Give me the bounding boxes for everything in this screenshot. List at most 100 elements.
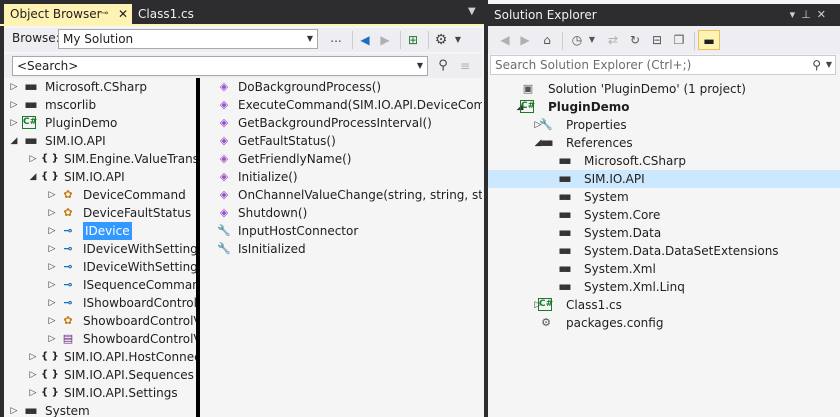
solution-tree-item[interactable]: ▪▪ Microsoft.CSharp bbox=[488, 152, 840, 170]
solution-tree-item[interactable]: ▪▪ System.Core bbox=[488, 206, 840, 224]
solution-tree-item[interactable]: ▪▪ SIM.IO.API bbox=[488, 170, 840, 188]
expand-arrow-icon[interactable]: ▷ bbox=[46, 276, 58, 294]
settings-gear-icon[interactable]: ⚙ bbox=[432, 30, 450, 50]
solution-tree-item[interactable]: ▪▪ System.Data bbox=[488, 224, 840, 242]
tree-item[interactable]: ▷ ⊸ IShowboardControl bbox=[4, 294, 196, 312]
tab-overflow-dropdown-icon[interactable]: ▼ bbox=[468, 6, 476, 17]
close-icon[interactable]: ✕ bbox=[817, 8, 832, 21]
member-item[interactable]: ◈ OnChannelValueChange(string, string, st… bbox=[200, 186, 482, 204]
back-icon[interactable]: ◀ bbox=[496, 30, 514, 50]
solution-tree-item[interactable]: ▪▪ System bbox=[488, 188, 840, 206]
tree-item-label: Microsoft.CSharp bbox=[45, 80, 147, 94]
expand-arrow-icon[interactable]: ▷ bbox=[46, 186, 58, 204]
solution-tree-item[interactable]: ▷ C# Class1.cs bbox=[488, 296, 840, 314]
show-all-files-icon[interactable]: ❐ bbox=[670, 30, 688, 50]
member-item[interactable]: ◈ ExecuteCommand(SIM.IO.API.DeviceComman bbox=[200, 96, 482, 114]
member-item[interactable]: ◈ Shutdown() bbox=[200, 204, 482, 222]
tree-item[interactable]: ▷{ } SIM.IO.API.Settings bbox=[4, 384, 196, 402]
tree-item[interactable]: ▷{ } SIM.IO.API.HostConnecto bbox=[4, 348, 196, 366]
tree-item[interactable]: ▷ ✿ DeviceFaultStatus bbox=[4, 204, 196, 222]
search-icon[interactable]: ⚲ bbox=[812, 56, 821, 74]
tree-item[interactable]: ▷ ⊸ IDevice bbox=[4, 222, 196, 240]
home-icon[interactable]: ⌂ bbox=[538, 30, 556, 50]
tree-item[interactable]: ▷ C# PluginDemo bbox=[4, 114, 196, 132]
tree-item[interactable]: ▷{ } SIM.IO.API.Sequences bbox=[4, 366, 196, 384]
expand-arrow-icon[interactable]: ▷ bbox=[27, 150, 39, 168]
tree-item[interactable]: ▷ ⊸ ISequenceCommand bbox=[4, 276, 196, 294]
expand-arrow-icon[interactable]: ▷ bbox=[46, 222, 58, 240]
assembly-icon: ▪▪ bbox=[558, 262, 572, 275]
collapse-arrow-icon[interactable]: ◢ bbox=[27, 168, 39, 186]
more-button[interactable]: ... bbox=[324, 28, 348, 48]
tree-item[interactable]: ▷ ▪▪ mscorlib bbox=[4, 96, 196, 114]
tree-item[interactable]: ▷ ✿ ShowboardControlVa bbox=[4, 312, 196, 330]
expand-arrow-icon[interactable]: ▷ bbox=[8, 78, 20, 96]
properties-toggle-icon[interactable]: ▬ bbox=[698, 30, 720, 50]
member-item[interactable]: ◈ GetFaultStatus() bbox=[200, 132, 482, 150]
chevron-down-icon[interactable]: ▼ bbox=[826, 56, 832, 74]
member-item[interactable]: ◈ GetBackgroundProcessInterval() bbox=[200, 114, 482, 132]
tree-item[interactable]: ▷ ▪▪ Microsoft.CSharp bbox=[4, 78, 196, 96]
back-icon[interactable]: ◀ bbox=[356, 30, 374, 50]
add-reference-icon[interactable]: ⊞ bbox=[404, 30, 422, 50]
history-dropdown-icon[interactable]: ▼ bbox=[586, 30, 598, 50]
expand-arrow-icon[interactable]: ▷ bbox=[46, 330, 58, 348]
pin-icon[interactable]: ⊥ bbox=[801, 8, 817, 21]
tab-class1-cs[interactable]: Class1.cs bbox=[132, 4, 218, 24]
forward-icon[interactable]: ▶ bbox=[516, 30, 534, 50]
member-item[interactable]: ◈ DoBackgroundProcess() bbox=[200, 78, 482, 96]
solution-tree-item[interactable]: ⚙ packages.config bbox=[488, 314, 840, 332]
expand-arrow-icon[interactable]: ▷ bbox=[27, 384, 39, 402]
clear-search-icon[interactable]: ≡ bbox=[456, 56, 474, 76]
solution-explorer-search-input[interactable]: Search Solution Explorer (Ctrl+;) ⚲ ▼ bbox=[490, 55, 836, 75]
tree-item[interactable]: ▷ ✿ DeviceCommand bbox=[4, 186, 196, 204]
browse-scope-select[interactable]: My Solution ▼ bbox=[58, 29, 318, 49]
expand-arrow-icon[interactable]: ▷ bbox=[46, 312, 58, 330]
solution-tree-item[interactable]: ◢ ▪▪ References bbox=[488, 134, 840, 152]
tree-item[interactable]: ▷ ⊸ IDeviceWithSettings bbox=[4, 240, 196, 258]
close-icon[interactable]: ✕ bbox=[118, 4, 128, 24]
member-item[interactable]: 🔧 InputHostConnector bbox=[200, 222, 482, 240]
sync-icon[interactable]: ⇄ bbox=[604, 30, 622, 50]
collapse-arrow-icon[interactable]: ◢ bbox=[8, 132, 20, 150]
expand-arrow-icon[interactable]: ▷ bbox=[27, 366, 39, 384]
settings-dropdown-icon[interactable]: ▼ bbox=[452, 30, 464, 50]
member-item[interactable]: 🔧 IsInitialized bbox=[200, 240, 482, 258]
expand-arrow-icon[interactable]: ▷ bbox=[46, 294, 58, 312]
expand-arrow-icon[interactable]: ▷ bbox=[8, 402, 20, 417]
tree-item[interactable]: ◢{ } SIM.IO.API bbox=[4, 168, 196, 186]
expand-arrow-icon[interactable]: ▷ bbox=[27, 348, 39, 366]
object-browser-search-input[interactable]: <Search> ▼ bbox=[12, 56, 428, 76]
refresh-icon[interactable]: ↻ bbox=[626, 30, 644, 50]
tree-item-label: Class1.cs bbox=[566, 298, 622, 312]
history-icon[interactable]: ◷ bbox=[568, 30, 586, 50]
tree-item[interactable]: ▷ ⊸ IDeviceWithSettingsC bbox=[4, 258, 196, 276]
member-list[interactable]: ◈ DoBackgroundProcess() ◈ ExecuteCommand(SI… bbox=[200, 78, 482, 417]
expand-arrow-icon[interactable]: ▷ bbox=[46, 258, 58, 276]
object-browser-tree[interactable]: ▷ ▪▪ Microsoft.CSharp ▷ ▪▪ mscorlib ▷ C# PluginD… bbox=[4, 78, 196, 417]
expand-arrow-icon[interactable]: ▷ bbox=[8, 96, 20, 114]
forward-icon[interactable]: ▶ bbox=[376, 30, 394, 50]
solution-tree-item[interactable]: ◢ C# PluginDemo bbox=[488, 98, 840, 116]
solution-tree-item[interactable]: ▪▪ System.Xml.Linq bbox=[488, 278, 840, 296]
tree-item[interactable]: ▷ ▤ ShowboardControlVa bbox=[4, 330, 196, 348]
solution-tree-item[interactable]: ▣ Solution 'PluginDemo' (1 project) bbox=[488, 80, 840, 98]
member-item[interactable]: ◈ Initialize() bbox=[200, 168, 482, 186]
collapse-all-icon[interactable]: ⊟ bbox=[648, 30, 666, 50]
browse-label: Browse: bbox=[12, 31, 60, 45]
expand-arrow-icon[interactable]: ▷ bbox=[8, 114, 20, 132]
tree-item[interactable]: ▷{ } SIM.Engine.ValueTransfo bbox=[4, 150, 196, 168]
search-icon[interactable]: ⚲ bbox=[434, 56, 452, 76]
expand-arrow-icon[interactable]: ▷ bbox=[46, 204, 58, 222]
tree-item[interactable]: ▷ ▪▪ System bbox=[4, 402, 196, 417]
member-item[interactable]: ◈ GetFriendlyName() bbox=[200, 150, 482, 168]
solution-explorer-tree[interactable]: ▣ Solution 'PluginDemo' (1 project) ◢ C# Plu… bbox=[488, 78, 840, 417]
expand-arrow-icon[interactable]: ▷ bbox=[46, 240, 58, 258]
tree-item[interactable]: ◢ ▪▪ SIM.IO.API bbox=[4, 132, 196, 150]
pin-icon[interactable]: ⊸ bbox=[100, 4, 108, 24]
tab-object-browser[interactable]: Object Browser ⊸ ✕ bbox=[4, 4, 132, 24]
solution-tree-item[interactable]: ▪▪ System.Data.DataSetExtensions bbox=[488, 242, 840, 260]
window-position-icon[interactable]: ▾ bbox=[790, 8, 802, 21]
solution-tree-item[interactable]: ▪▪ System.Xml bbox=[488, 260, 840, 278]
solution-tree-item[interactable]: ▷ 🔧 Properties bbox=[488, 116, 840, 134]
